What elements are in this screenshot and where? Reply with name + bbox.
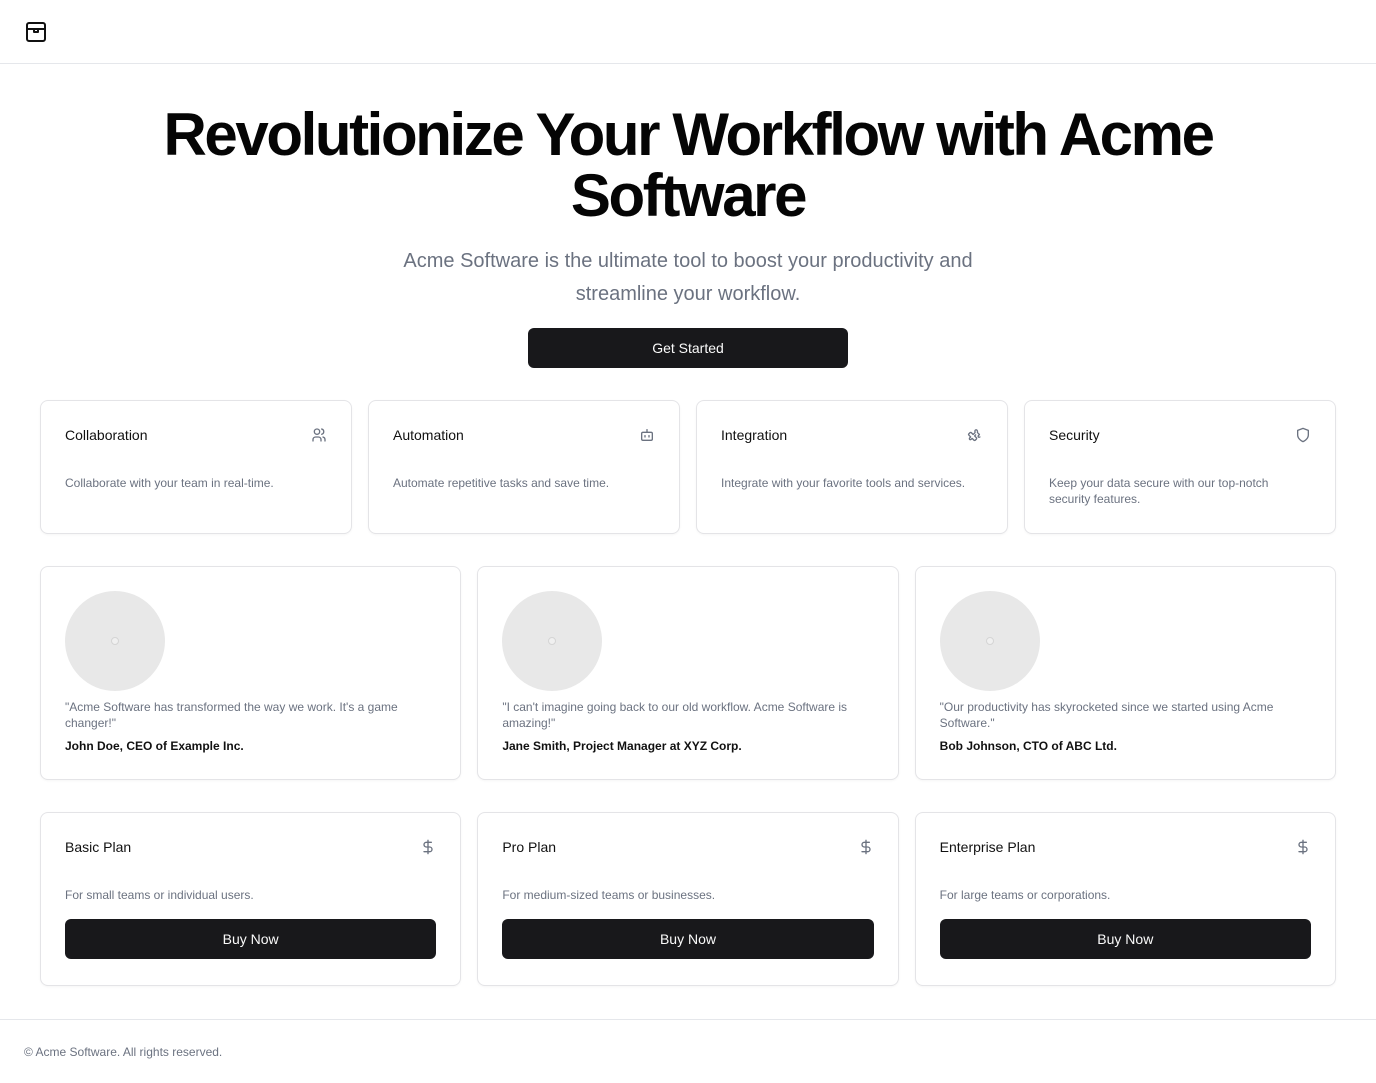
feature-title: Integration: [721, 427, 788, 443]
pricing-section: Basic Plan For small teams or individual…: [0, 812, 1376, 986]
feature-description: Automate repetitive tasks and save time.: [393, 476, 610, 490]
site-footer: © Acme Software. All rights reserved.: [0, 1019, 1376, 1083]
package-icon[interactable]: [24, 20, 48, 44]
feature-card-collaboration: Collaboration Collaborate with your team…: [40, 400, 352, 534]
avatar-placeholder-icon: [985, 637, 994, 645]
dollar-icon: [858, 839, 874, 855]
avatar-placeholder-icon: [111, 637, 119, 645]
hero-section: Revolutionize Your Workflow with Acme So…: [0, 64, 1376, 368]
plan-description: For large teams or corporations.: [939, 888, 1111, 902]
testimonial-quote: "I can't imagine going back to our old w…: [502, 700, 848, 730]
feature-description: Collaborate with your team in real-time.: [65, 476, 274, 490]
avatar-placeholder-icon: [548, 637, 557, 645]
features-section: Collaboration Collaborate with your team…: [0, 400, 1376, 534]
buy-now-button[interactable]: Buy Now: [939, 919, 1311, 959]
avatar: [502, 591, 603, 691]
testimonial-author: Jane Smith, Project Manager at XYZ Corp.: [502, 739, 742, 753]
feature-title: Security: [1049, 427, 1100, 443]
plan-card-pro: Pro Plan For medium-sized teams or busin…: [477, 812, 899, 986]
feature-title: Collaboration: [65, 427, 148, 443]
feature-card-automation: Automation Automate repetitive tasks and…: [368, 400, 680, 534]
testimonial-card: "I can't imagine going back to our old w…: [477, 566, 899, 780]
plan-description: For small teams or individual users.: [65, 888, 254, 902]
bot-icon: [639, 427, 655, 443]
buy-now-button[interactable]: Buy Now: [65, 919, 437, 959]
site-header: [0, 0, 1376, 64]
plan-card-basic: Basic Plan For small teams or individual…: [40, 812, 462, 986]
plan-title: Basic Plan: [65, 839, 132, 855]
hero-title: Revolutionize Your Workflow with Acme So…: [163, 101, 1214, 229]
dollar-icon: [1295, 839, 1311, 855]
feature-card-security: Security Keep your data secure with our …: [1024, 400, 1336, 534]
plan-card-enterprise: Enterprise Plan For large teams or corpo…: [914, 812, 1336, 986]
testimonials-section: "Acme Software has transformed the way w…: [0, 566, 1376, 780]
get-started-button[interactable]: Get Started: [528, 328, 848, 368]
avatar: [65, 591, 165, 691]
plan-description: For medium-sized teams or businesses.: [502, 888, 716, 902]
testimonial-quote: "Our productivity has skyrocketed since …: [939, 700, 1274, 730]
plan-title: Pro Plan: [502, 839, 557, 855]
feature-description: Keep your data secure with our top-notch…: [1049, 476, 1269, 506]
footer-copyright: © Acme Software. All rights reserved.: [24, 1044, 223, 1059]
testimonial-card: "Our productivity has skyrocketed since …: [914, 566, 1336, 780]
dollar-icon: [420, 839, 436, 855]
testimonial-author: John Doe, CEO of Example Inc.: [65, 739, 244, 753]
feature-title: Automation: [393, 427, 464, 443]
avatar: [939, 591, 1040, 691]
testimonial-author: Bob Johnson, CTO of ABC Ltd.: [939, 739, 1117, 753]
buy-now-button[interactable]: Buy Now: [502, 919, 874, 959]
hero-subtitle: Acme Software is the ultimate tool to bo…: [403, 250, 973, 305]
feature-card-integration: Integration Integrate with your favorite…: [696, 400, 1008, 534]
users-icon: [311, 427, 327, 443]
testimonial-card: "Acme Software has transformed the way w…: [40, 566, 462, 780]
puzzle-icon: [967, 427, 983, 443]
testimonial-quote: "Acme Software has transformed the way w…: [65, 700, 398, 730]
shield-icon: [1295, 427, 1311, 443]
plan-title: Enterprise Plan: [939, 839, 1036, 855]
feature-description: Integrate with your favorite tools and s…: [721, 476, 966, 490]
